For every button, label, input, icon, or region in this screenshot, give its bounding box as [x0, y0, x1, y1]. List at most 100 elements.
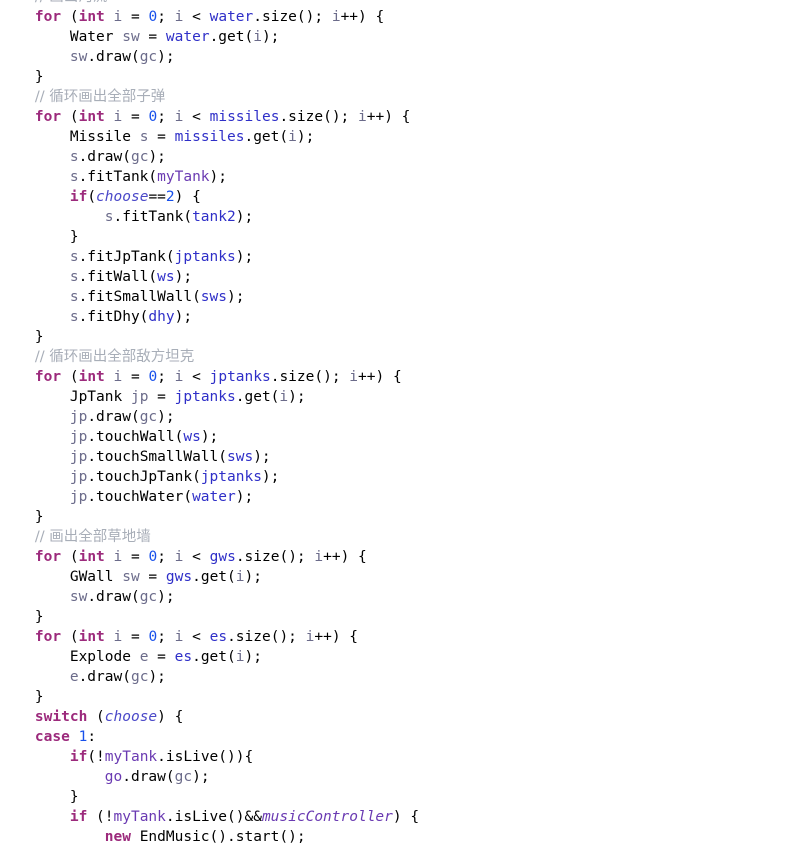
code-token-punc: .fitTank(	[78, 169, 158, 185]
code-token-punc: ) {	[174, 189, 201, 205]
code-token-type: Water	[69, 29, 114, 45]
code-line[interactable]: s.draw(gc);	[0, 147, 796, 167]
code-token-ref: ws	[157, 269, 175, 285]
code-line[interactable]: e.draw(gc);	[0, 667, 796, 687]
code-token-local: i	[358, 109, 367, 125]
code-line[interactable]: }	[0, 67, 796, 87]
code-line[interactable]: s.fitTank(tank2);	[0, 207, 796, 227]
code-line[interactable]: jp.touchWall(ws);	[0, 427, 796, 447]
code-line[interactable]: Missile s = missiles.get(i);	[0, 127, 796, 147]
code-line[interactable]: GWall sw = gws.get(i);	[0, 567, 796, 587]
code-line[interactable]: for (int i = 0; i < es.size(); i++) {	[0, 627, 796, 647]
code-token-punc: (	[87, 189, 97, 205]
code-line[interactable]: for (int i = 0; i < missiles.size(); i++…	[0, 107, 796, 127]
code-token-punc: }	[34, 509, 44, 525]
code-line[interactable]: s.fitDhy(dhy);	[0, 307, 796, 327]
code-line[interactable]: for (int i = 0; i < water.size(); i++) {	[0, 7, 796, 27]
code-token-punc: ;	[157, 369, 175, 385]
code-line[interactable]: if (!myTank.isLive()&&musicController) {	[0, 807, 796, 827]
code-token-punc: =	[139, 569, 166, 585]
code-token-local: jp	[69, 449, 88, 465]
code-line[interactable]: s.fitTank(myTank);	[0, 167, 796, 187]
code-line[interactable]: }	[0, 327, 796, 347]
code-token-punc: .draw(	[78, 149, 131, 165]
code-line[interactable]: jp.touchSmallWall(sws);	[0, 447, 796, 467]
code-line[interactable]: // 循环画出全部敌方坦克	[0, 347, 796, 367]
code-token-punc: );	[157, 49, 175, 65]
code-line[interactable]: // 循环画出全部子弹	[0, 87, 796, 107]
code-token-punc: ) {	[392, 809, 420, 825]
code-token-punc: .get(	[209, 29, 254, 45]
code-line[interactable]: }	[0, 687, 796, 707]
code-token-punc: );	[235, 249, 254, 265]
code-lines-container: // 画出河流 for (int i = 0; i < water.size()…	[0, 0, 796, 847]
code-token-static: choose	[104, 709, 158, 725]
code-token-punc: =	[148, 649, 175, 665]
code-line[interactable]: jp.touchJpTank(jptanks);	[0, 467, 796, 487]
code-line[interactable]: }	[0, 507, 796, 527]
code-line[interactable]: }	[0, 227, 796, 247]
code-token-ref: dhy	[148, 309, 175, 325]
code-token-punc: );	[157, 589, 175, 605]
code-token-punc: );	[157, 409, 175, 425]
code-token-punc: .get(	[192, 569, 236, 585]
code-line[interactable]: JpTank jp = jptanks.get(i);	[0, 387, 796, 407]
code-token-punc: =	[148, 389, 175, 405]
code-token-ref: sws	[200, 289, 227, 305]
code-line[interactable]: s.fitJpTank(jptanks);	[0, 247, 796, 267]
code-token-local: jp	[69, 409, 88, 425]
code-line[interactable]: switch (choose) {	[0, 707, 796, 727]
code-line[interactable]: for (int i = 0; i < gws.size(); i++) {	[0, 547, 796, 567]
code-token-comment: // 画出河流	[35, 0, 107, 5]
code-token-punc: .draw(	[87, 589, 140, 605]
code-line[interactable]: Water sw = water.get(i);	[0, 27, 796, 47]
code-token-punc: ;	[157, 629, 175, 645]
code-line[interactable]: jp.touchWater(water);	[0, 487, 796, 507]
code-token-punc: <	[183, 629, 210, 645]
code-line[interactable]: sw.draw(gc);	[0, 47, 796, 67]
code-line[interactable]: }	[0, 607, 796, 627]
code-editor-view[interactable]: // 画出河流 for (int i = 0; i < water.size()…	[0, 0, 796, 849]
code-line[interactable]: sw.draw(gc);	[0, 587, 796, 607]
code-line[interactable]: // 画出全部草地墙	[0, 527, 796, 547]
code-line[interactable]: s.fitWall(ws);	[0, 267, 796, 287]
code-token-punc: );	[296, 129, 315, 145]
code-token-punc: (	[61, 9, 79, 25]
code-line[interactable]: jp.draw(gc);	[0, 407, 796, 427]
code-line[interactable]: Explode e = es.get(i);	[0, 647, 796, 667]
code-line[interactable]: if(!myTank.isLive()){	[0, 747, 796, 767]
code-token-punc: );	[209, 169, 228, 185]
code-line[interactable]: case 1:	[0, 727, 796, 747]
code-token-punc: .fitWall(	[78, 269, 158, 285]
code-line[interactable]: if(choose==2) {	[0, 187, 796, 207]
code-line[interactable]: new EndMusic().start();	[0, 827, 796, 847]
code-token-local: i	[314, 549, 324, 565]
code-token-punc: .touchWall(	[87, 429, 184, 445]
code-token-keyword: for	[34, 629, 62, 645]
code-line[interactable]: }	[0, 787, 796, 807]
code-token-punc: );	[235, 489, 254, 505]
code-line[interactable]: for (int i = 0; i < jptanks.size(); i++)…	[0, 367, 796, 387]
code-token-punc: }	[34, 609, 44, 625]
code-token-num: 1	[78, 729, 88, 745]
code-token-local: sw	[69, 49, 88, 65]
code-line[interactable]: go.draw(gc);	[0, 767, 796, 787]
code-line[interactable]: s.fitSmallWall(sws);	[0, 287, 796, 307]
code-token-ref: tank2	[192, 209, 236, 225]
code-token-ref: jptanks	[174, 389, 236, 405]
code-token-ref: water	[209, 9, 254, 25]
code-line[interactable]: // 画出河流	[0, 0, 796, 7]
